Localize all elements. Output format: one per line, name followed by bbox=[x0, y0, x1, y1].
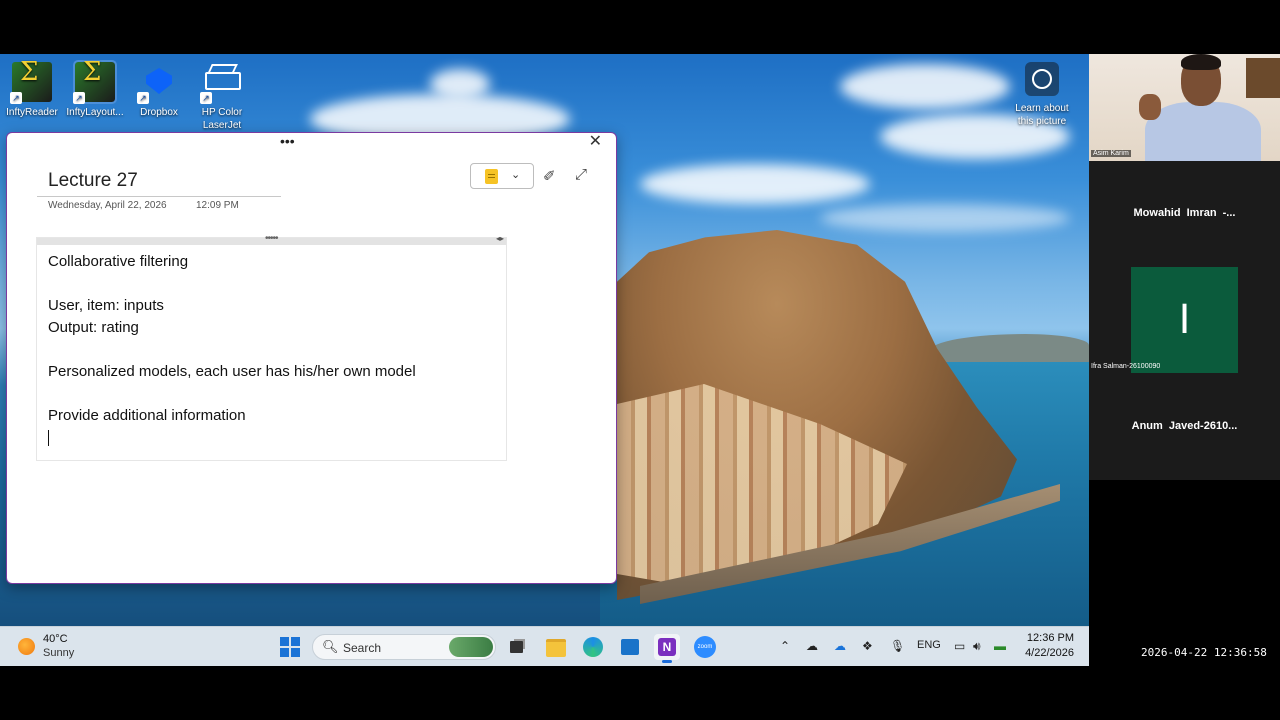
participant-initial: I bbox=[1178, 297, 1191, 343]
inftyreader-icon: Σ ↗ bbox=[10, 59, 52, 104]
container-handle[interactable]: ••••• ◂▸ bbox=[37, 233, 506, 245]
taskbar-search[interactable]: 🔍︎ Search bbox=[312, 634, 496, 660]
desktop-icon-dropbox[interactable]: ↗ Dropbox bbox=[127, 62, 191, 119]
battery-icon[interactable]: ▬ bbox=[994, 639, 1006, 653]
camera-lens-icon bbox=[1025, 62, 1059, 96]
close-button[interactable]: ✕ bbox=[589, 134, 602, 150]
person-hand bbox=[1139, 94, 1161, 120]
page-date: Wednesday, April 22, 2026 bbox=[48, 200, 167, 211]
icon-label: InftyLayout... bbox=[66, 107, 124, 118]
pen-icon[interactable]: ✐ bbox=[543, 167, 556, 185]
page-time: 12:09 PM bbox=[196, 200, 239, 211]
note-container[interactable]: ••••• ◂▸ Collaborative filtering User, i… bbox=[36, 233, 507, 461]
inftylayout-icon: Σ ↗ bbox=[73, 59, 117, 104]
note-line[interactable]: Personalized models, each user has his/h… bbox=[48, 362, 416, 382]
windows-start-icon[interactable] bbox=[277, 634, 303, 660]
weather-temperature[interactable]: 40°C bbox=[43, 633, 68, 645]
chevron-up-icon[interactable]: ⌃ bbox=[780, 639, 790, 653]
microsoft-store-icon[interactable] bbox=[617, 634, 643, 660]
microphone-icon[interactable]: 🎙︎ bbox=[890, 639, 905, 653]
clock-time[interactable]: 12:36 PM bbox=[1026, 632, 1074, 644]
dropbox-icon: ↗ bbox=[137, 62, 179, 104]
clock-date[interactable]: 4/22/2026 bbox=[1020, 647, 1074, 659]
icon-label: InftyReader bbox=[6, 107, 58, 118]
window-titlebar[interactable]: ••• ✕ bbox=[7, 133, 616, 151]
learn-about-picture[interactable]: Learn about this picture bbox=[1007, 62, 1077, 128]
sticky-note-icon bbox=[485, 169, 498, 184]
network-icon[interactable]: ▭ bbox=[954, 639, 965, 653]
icon-label: Dropbox bbox=[140, 107, 178, 118]
resize-arrows-icon[interactable]: ◂▸ bbox=[496, 234, 504, 243]
learn-about-label: Learn about this picture bbox=[1015, 103, 1069, 127]
onenote-window: ••• ✕ Lecture 27 Wednesday, April 22, 20… bbox=[6, 132, 617, 584]
desktop-icon-inftylayout[interactable]: Σ ↗ InftyLayout... bbox=[63, 59, 127, 119]
desktop-icon-inftyreader[interactable]: Σ ↗ InftyReader bbox=[0, 59, 64, 119]
drag-grip-icon[interactable]: ••••• bbox=[265, 233, 278, 244]
weather-condition[interactable]: Sunny bbox=[43, 647, 74, 659]
expand-icon[interactable]: ⤢ bbox=[575, 166, 587, 183]
edge-browser-icon[interactable] bbox=[580, 634, 606, 660]
participant-name[interactable]: Mowahid Imran -... bbox=[1089, 207, 1280, 219]
host-video[interactable]: Asim Karim bbox=[1089, 54, 1280, 161]
search-highlight-image bbox=[449, 637, 493, 657]
participant-tile-label: Ifra Salman-26100090 bbox=[1091, 363, 1161, 370]
title-divider bbox=[37, 196, 281, 197]
participant-tile[interactable]: I bbox=[1131, 267, 1238, 373]
cloud-icon[interactable]: ☁ bbox=[806, 639, 818, 653]
onenote-icon[interactable] bbox=[654, 634, 680, 663]
note-line[interactable]: Provide additional information bbox=[48, 406, 246, 426]
text-caret bbox=[48, 430, 49, 446]
video-panel: Asim Karim Mowahid Imran -... I Ifra Sal… bbox=[1089, 54, 1280, 480]
sticky-note-button[interactable]: ⌄ bbox=[470, 163, 534, 189]
distant-land bbox=[930, 334, 1089, 362]
dropbox-tray-icon[interactable]: ❖ bbox=[862, 639, 873, 653]
sun-icon[interactable] bbox=[18, 638, 35, 655]
note-line[interactable]: Output: rating bbox=[48, 318, 139, 338]
recording-timestamp: 2026-04-22 12:36:58 bbox=[1141, 646, 1267, 659]
background-shelf bbox=[1246, 58, 1280, 98]
printer-icon: ↗ bbox=[200, 62, 242, 104]
page-title[interactable]: Lecture 27 bbox=[48, 170, 138, 192]
onedrive-icon[interactable]: ☁ bbox=[834, 639, 846, 653]
note-line[interactable]: Collaborative filtering bbox=[48, 252, 188, 272]
chevron-down-icon: ⌄ bbox=[511, 169, 521, 181]
language-indicator[interactable]: ENG bbox=[917, 639, 941, 651]
participant-name[interactable]: Anum Javed-2610... bbox=[1089, 420, 1280, 432]
task-view-icon[interactable] bbox=[504, 634, 530, 660]
zoom-icon[interactable] bbox=[692, 634, 718, 660]
person-body bbox=[1145, 102, 1261, 161]
search-icon: 🔍︎ bbox=[322, 639, 339, 654]
more-options-icon[interactable]: ••• bbox=[280, 133, 295, 149]
host-name-label: Asim Karim bbox=[1091, 150, 1131, 157]
taskbar: 40°C Sunny 🔍︎ Search ⌃ ☁ ☁ ❖ 🎙︎ ENG ▭ 🔊︎… bbox=[0, 626, 1089, 666]
file-explorer-icon[interactable] bbox=[543, 634, 569, 660]
search-label: Search bbox=[343, 641, 382, 655]
volume-icon[interactable]: 🔊︎ bbox=[973, 639, 981, 654]
note-line[interactable]: User, item: inputs bbox=[48, 296, 164, 316]
person-hair bbox=[1181, 54, 1221, 70]
